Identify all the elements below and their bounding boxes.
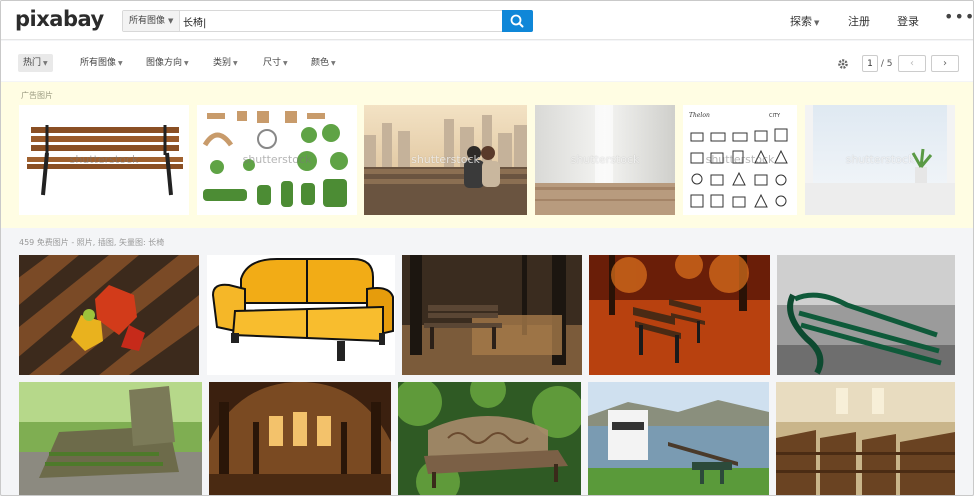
next-page-button[interactable]: › xyxy=(931,55,959,72)
filter-orientation[interactable]: 图像方向 ▼ xyxy=(146,54,189,72)
filter-label: 所有图像 xyxy=(80,58,117,68)
filter-label: 颜色 xyxy=(311,58,330,68)
ornate-bench-photo xyxy=(398,382,581,495)
ad-image-wood-table[interactable]: shutterstock xyxy=(535,105,675,215)
filter-label: 类别 xyxy=(213,58,232,68)
search-scope-dropdown[interactable]: 所有图像 ▼ xyxy=(123,11,180,31)
ad-image-city-icons[interactable]: Thelon CITY shutterstock xyxy=(683,105,797,215)
page-number-input[interactable]: 1 xyxy=(862,55,878,72)
autumn-park-photo xyxy=(589,255,770,375)
gear-icon[interactable] xyxy=(837,58,849,74)
result-image-forest-bench[interactable] xyxy=(402,255,582,375)
lake-boat-photo xyxy=(588,382,769,495)
sponsored-images: 广告图片 shutterstock shutterstock shutterst… xyxy=(1,82,973,228)
result-image-mossy-bench[interactable] xyxy=(19,382,202,495)
search-scope-label: 所有图像 xyxy=(129,16,166,26)
watermark: shutterstock xyxy=(845,153,915,166)
chevron-down-icon: ▼ xyxy=(43,60,48,67)
page-total: / 5 xyxy=(880,59,893,69)
chevron-down-icon: ▼ xyxy=(118,60,123,67)
filter-label: 图像方向 xyxy=(146,58,183,68)
gear-icon-svg xyxy=(838,59,848,69)
ads-label: 广告图片 xyxy=(21,91,53,100)
result-image-cathedral[interactable] xyxy=(209,382,391,495)
search-input[interactable] xyxy=(183,12,501,30)
filter-popular[interactable]: 热门 ▼ xyxy=(18,54,53,72)
filter-size[interactable]: 尺寸 ▼ xyxy=(263,54,288,72)
filter-label: 热门 xyxy=(23,58,42,68)
pagination: 1 / 5 xyxy=(862,55,893,72)
search-bar: 所有图像 ▼ xyxy=(122,10,533,32)
ad-image-landscape-plan[interactable]: shutterstock xyxy=(197,105,357,215)
chevron-down-icon: ▼ xyxy=(233,60,238,67)
filter-color[interactable]: 颜色 ▼ xyxy=(311,54,336,72)
result-image-yellow-sofa[interactable] xyxy=(207,255,395,375)
watermark: shutterstock xyxy=(705,153,775,166)
svg-text:CITY: CITY xyxy=(769,113,781,119)
church-pews-photo xyxy=(776,382,955,495)
nav-login[interactable]: 登录 xyxy=(897,13,919,29)
svg-text:Thelon: Thelon xyxy=(689,112,710,119)
result-image-church-pews[interactable] xyxy=(776,382,955,495)
mossy-bench-photo xyxy=(19,382,202,495)
ad-image-window-sill[interactable]: shutterstock xyxy=(805,105,955,215)
chevron-down-icon: ▼ xyxy=(168,17,174,25)
forest-bench-photo xyxy=(402,255,582,375)
nav-explore-label: 探索 xyxy=(790,15,812,28)
more-menu-icon[interactable]: ••• xyxy=(944,7,973,26)
chevron-down-icon: ▼ xyxy=(184,60,189,67)
pixabay-logo[interactable]: pixabay xyxy=(15,7,104,31)
result-image-ornate-bench[interactable] xyxy=(398,382,581,495)
chevron-down-icon: ▼ xyxy=(331,60,336,67)
search-icon xyxy=(510,14,524,28)
filter-label: 尺寸 xyxy=(263,58,282,68)
green-bench-photo xyxy=(777,255,955,375)
cathedral-photo xyxy=(209,382,391,495)
nav-register[interactable]: 注册 xyxy=(848,13,870,29)
yellow-sofa-illustration xyxy=(207,255,395,375)
watermark: shutterstock xyxy=(411,153,480,166)
result-image-lake-boat[interactable] xyxy=(588,382,769,495)
result-image-autumn-leaves-bench[interactable] xyxy=(19,255,199,375)
filter-image-type[interactable]: 所有图像 ▼ xyxy=(80,54,123,72)
ad-image-wooden-bench[interactable]: shutterstock xyxy=(19,105,189,215)
filter-bar: 热门 ▼ 所有图像 ▼ 图像方向 ▼ 类别 ▼ 尺寸 ▼ 颜色 ▼ 1 / 5 ‹ › xyxy=(1,41,973,81)
watermark: shutterstock xyxy=(570,153,640,166)
filter-category[interactable]: 类别 ▼ xyxy=(213,54,238,72)
autumn-leaves-photo xyxy=(19,255,199,375)
result-image-autumn-park-benches[interactable] xyxy=(589,255,770,375)
watermark: shutterstock xyxy=(69,153,139,166)
chevron-down-icon: ▼ xyxy=(814,19,820,27)
chevron-down-icon: ▼ xyxy=(283,60,288,67)
prev-page-button[interactable]: ‹ xyxy=(898,55,926,72)
nav-explore[interactable]: 探索 ▼ xyxy=(790,13,819,29)
top-header: pixabay 所有图像▼ 探索▼ 注册 登录 ••• xyxy=(1,1,973,40)
search-button[interactable] xyxy=(502,10,533,32)
ad-image-couple-bench-city[interactable]: shutterstock xyxy=(364,105,527,215)
results-count: 459 免费图片 - 照片, 插图, 矢量图: 长椅 xyxy=(19,238,165,247)
result-image-green-bench[interactable] xyxy=(777,255,955,375)
watermark: shutterstock xyxy=(242,153,312,166)
browser-frame: pixabay 所有图像▼ 探索▼ 注册 登录 ••• 热门▼ 所有图像▼ 图像… xyxy=(0,0,974,496)
